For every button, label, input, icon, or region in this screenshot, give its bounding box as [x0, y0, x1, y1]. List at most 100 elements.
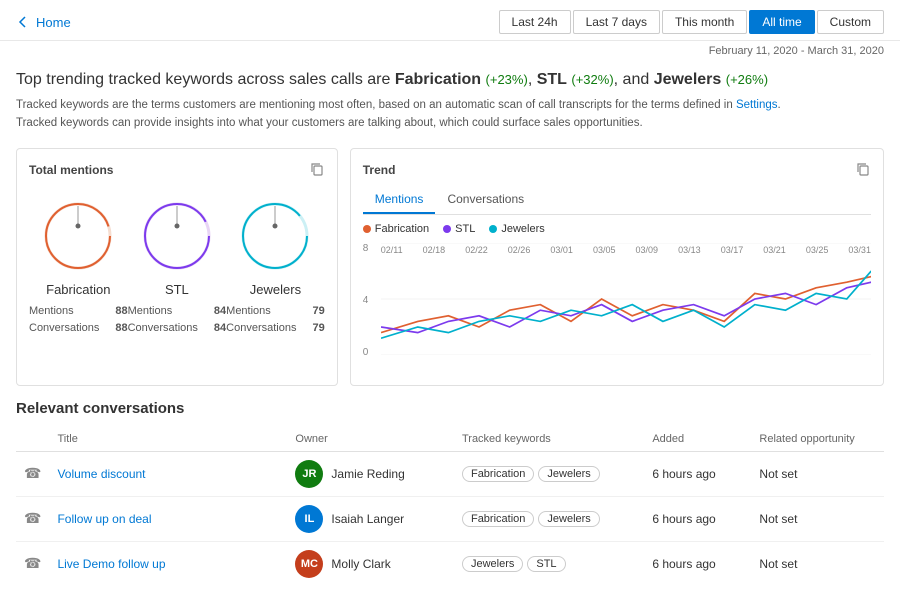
- row-keywords: FabricationJewelers: [454, 496, 644, 541]
- back-arrow-icon: [16, 15, 30, 29]
- time-filter-group: Last 24h Last 7 days This month All time…: [499, 10, 884, 34]
- keyword-tag: Jewelers: [538, 511, 599, 527]
- fabrication-circle-svg: [38, 196, 118, 276]
- col-header-added: Added: [644, 427, 751, 452]
- filter-custom[interactable]: Custom: [817, 10, 884, 34]
- phone-icon: ☎: [24, 555, 41, 571]
- filter-alltime[interactable]: All time: [749, 10, 814, 34]
- table-row: ☎ Volume discount JR Jamie Reding Fabricatio…: [16, 451, 884, 496]
- trend-tabs: Mentions Conversations: [363, 188, 871, 215]
- keyword2: STL: [537, 71, 567, 88]
- circle-jewelers: Jewelers Mentions79 Conversations79: [226, 196, 325, 338]
- legend-dot-stl: [443, 225, 451, 233]
- kw2-pct: (+32%): [571, 72, 613, 87]
- row-related: Not set: [751, 541, 884, 586]
- row-added: 6 hours ago: [644, 451, 751, 496]
- owner-name: Jamie Reding: [331, 467, 404, 481]
- table-row: ☎ Live Demo follow up MC Molly Clark Jeweler…: [16, 541, 884, 586]
- row-related: Not set: [751, 496, 884, 541]
- keyword1: Fabrication: [395, 71, 481, 88]
- col-header-related: Related opportunity: [751, 427, 884, 452]
- row-title[interactable]: Live Demo follow up: [49, 541, 287, 586]
- phone-icon-cell: ☎: [16, 541, 49, 586]
- back-button[interactable]: Home: [16, 15, 71, 30]
- keyword-tag: Fabrication: [462, 511, 534, 527]
- table-header: Title Owner Tracked keywords Added Relat…: [16, 427, 884, 452]
- trend-card: Trend Mentions Conversations Fabrication…: [350, 148, 884, 386]
- table-row: ☎ Follow up on deal IL Isaiah Langer Fabrica…: [16, 496, 884, 541]
- row-title[interactable]: Volume discount: [49, 451, 287, 496]
- fabrication-label: Fabrication: [46, 282, 110, 297]
- keyword3: Jewelers: [654, 71, 722, 88]
- keyword-tag: Jewelers: [538, 466, 599, 482]
- row-keywords: JewelersSTL: [454, 541, 644, 586]
- phone-icon: ☎: [24, 465, 41, 481]
- fabrication-stats: Mentions88 Conversations88: [29, 303, 128, 338]
- heading-section: Top trending tracked keywords across sal…: [0, 61, 900, 138]
- stl-stats: Mentions84 Conversations84: [128, 303, 227, 338]
- stl-circle-svg: [137, 196, 217, 276]
- owner-name: Isaiah Langer: [331, 512, 404, 526]
- chart-legend: Fabrication STL Jewelers: [363, 223, 871, 235]
- owner-name: Molly Clark: [331, 557, 390, 571]
- page-header: Home Last 24h Last 7 days This month All…: [0, 0, 900, 41]
- phone-icon: ☎: [24, 510, 41, 526]
- date-range: February 11, 2020 - March 31, 2020: [0, 41, 900, 61]
- headline: Top trending tracked keywords across sal…: [16, 69, 884, 91]
- col-header-keywords: Tracked keywords: [454, 427, 644, 452]
- col-header-title: Title: [49, 427, 287, 452]
- keyword-tag: Fabrication: [462, 466, 534, 482]
- row-added: 6 hours ago: [644, 496, 751, 541]
- trend-chart: 8 4 0 02/11: [363, 243, 871, 373]
- kw3-pct: (+26%): [726, 72, 768, 87]
- filter-last24h[interactable]: Last 24h: [499, 10, 571, 34]
- copy-icon[interactable]: [309, 161, 325, 180]
- jewelers-stats: Mentions79 Conversations79: [226, 303, 325, 338]
- settings-link[interactable]: Settings: [736, 99, 778, 111]
- stl-label: STL: [165, 282, 189, 297]
- jewelers-circle-svg: [235, 196, 315, 276]
- info-text-1: Tracked keywords are the terms customers…: [16, 97, 884, 114]
- circle-stl: STL Mentions84 Conversations84: [128, 196, 227, 338]
- conversations-section: Relevant conversations Title Owner Track…: [0, 396, 900, 596]
- circles-container: Fabrication Mentions88 Conversations88: [29, 188, 325, 346]
- row-owner: IL Isaiah Langer: [287, 496, 454, 541]
- trend-copy-icon[interactable]: [855, 161, 871, 180]
- jewelers-label: Jewelers: [250, 282, 301, 297]
- kw1-pct: (+23%): [486, 72, 528, 87]
- legend-stl: STL: [443, 223, 475, 235]
- phone-icon-cell: ☎: [16, 496, 49, 541]
- conversations-title: Relevant conversations: [16, 400, 884, 417]
- keyword-tag: STL: [527, 556, 565, 572]
- row-related: Not set: [751, 451, 884, 496]
- row-owner: JR Jamie Reding: [287, 451, 454, 496]
- cards-row: Total mentions Fabrication: [0, 138, 900, 396]
- trend-title: Trend: [363, 161, 871, 180]
- info-text-2: Tracked keywords can provide insights in…: [16, 115, 884, 132]
- col-header-owner: Owner: [287, 427, 454, 452]
- row-title[interactable]: Follow up on deal: [49, 496, 287, 541]
- avatar: IL: [295, 505, 323, 533]
- circle-fabrication: Fabrication Mentions88 Conversations88: [29, 196, 128, 338]
- chart-svg-container: [381, 243, 871, 355]
- filter-thismonth[interactable]: This month: [662, 10, 747, 34]
- row-added: 6 hours ago: [644, 541, 751, 586]
- phone-icon-cell: ☎: [16, 451, 49, 496]
- total-mentions-title: Total mentions: [29, 161, 325, 180]
- avatar: MC: [295, 550, 323, 578]
- tab-mentions[interactable]: Mentions: [363, 188, 436, 214]
- total-mentions-card: Total mentions Fabrication: [16, 148, 338, 386]
- keyword-tag: Jewelers: [462, 556, 523, 572]
- avatar: JR: [295, 460, 323, 488]
- back-label: Home: [36, 15, 71, 30]
- headline-prefix: Top trending tracked keywords across sal…: [16, 71, 395, 88]
- row-keywords: FabricationJewelers: [454, 451, 644, 496]
- legend-jewelers: Jewelers: [489, 223, 544, 235]
- legend-dot-jewelers: [489, 225, 497, 233]
- tab-conversations[interactable]: Conversations: [435, 188, 536, 214]
- legend-dot-fabrication: [363, 225, 371, 233]
- filter-last7days[interactable]: Last 7 days: [573, 10, 660, 34]
- table-body: ☎ Volume discount JR Jamie Reding Fabricatio…: [16, 451, 884, 586]
- conversations-table: Title Owner Tracked keywords Added Relat…: [16, 427, 884, 586]
- legend-fabrication: Fabrication: [363, 223, 429, 235]
